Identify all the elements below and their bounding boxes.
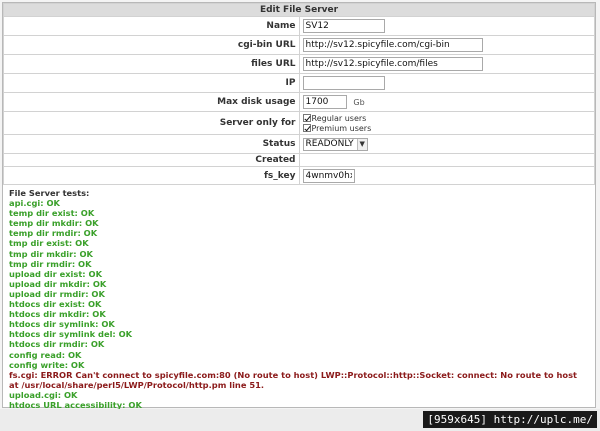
test-result: upload dir rmdir: OK: [9, 288, 105, 299]
test-result: upload dir exist: OK: [9, 268, 102, 279]
edit-form-table: Edit File Server Name cgi-bin URL files …: [3, 3, 595, 185]
test-result: htdocs dir mkdir: OK: [9, 309, 106, 320]
test-result: config write: OK: [9, 359, 85, 370]
regular-users-checkbox[interactable]: [302, 114, 311, 122]
ip-input[interactable]: [302, 76, 385, 90]
name-label: Name: [3, 16, 300, 36]
test-result: tmp dir exist: OK: [9, 238, 89, 249]
name-input[interactable]: [302, 19, 385, 33]
created-label: Created: [3, 153, 300, 167]
test-result: htdocs dir symlink: OK: [9, 319, 115, 330]
edit-file-server-panel: Edit File Server Name cgi-bin URL files …: [2, 2, 596, 410]
test-result: config read: OK: [9, 349, 82, 360]
status-label: Status: [3, 134, 300, 154]
form-title: Edit File Server: [3, 3, 595, 17]
premium-users-label: Premium users: [311, 123, 372, 133]
test-result-error: fs.cgi: ERROR Can't connect to spicyfile…: [9, 369, 578, 390]
created-value: [298, 153, 595, 167]
test-result: htdocs dir rmdir: OK: [9, 339, 105, 350]
tests-list: api.cgi: OK temp dir exist: OK temp dir mk…: [9, 198, 589, 410]
test-result: upload dir mkdir: OK: [9, 278, 107, 289]
premium-users-checkbox[interactable]: [302, 124, 311, 132]
cgi-bin-url-input[interactable]: [302, 38, 483, 52]
watermark-label: [959x645] http://uplc.me/: [423, 411, 597, 428]
files-url-input[interactable]: [302, 57, 483, 71]
disk-unit-label: Gb: [353, 97, 365, 107]
chevron-down-icon: ▼: [356, 138, 367, 150]
ip-label: IP: [3, 73, 300, 93]
premium-users-option[interactable]: Premium users: [302, 123, 592, 133]
status-selected-value: READONLY: [305, 139, 354, 149]
test-result: tmp dir mkdir: OK: [9, 248, 93, 259]
test-result: htdocs dir exist: OK: [9, 299, 102, 310]
fs-key-input[interactable]: [302, 168, 355, 183]
file-server-tests: File Server tests: api.cgi: OK temp dir e…: [3, 185, 595, 413]
max-disk-usage-input[interactable]: [302, 95, 347, 109]
server-only-for-label: Server only for: [3, 111, 300, 135]
regular-users-option[interactable]: Regular users: [302, 113, 592, 123]
test-result: temp dir exist: OK: [9, 208, 95, 219]
test-result: temp dir mkdir: OK: [9, 218, 99, 229]
test-result: upload.cgi: OK: [9, 389, 78, 400]
max-disk-usage-label: Max disk usage: [3, 92, 300, 112]
test-result: htdocs dir symlink del: OK: [9, 329, 133, 340]
regular-users-label: Regular users: [311, 113, 367, 123]
fs-key-label: fs_key: [3, 166, 300, 185]
status-select[interactable]: READONLY ▼: [302, 137, 368, 151]
cgi-bin-url-label: cgi-bin URL: [3, 35, 300, 55]
test-result: tmp dir rmdir: OK: [9, 258, 92, 269]
files-url-label: files URL: [3, 54, 300, 74]
test-result: temp dir rmdir: OK: [9, 228, 98, 239]
test-result: api.cgi: OK: [9, 198, 60, 209]
tests-title: File Server tests:: [9, 188, 90, 198]
